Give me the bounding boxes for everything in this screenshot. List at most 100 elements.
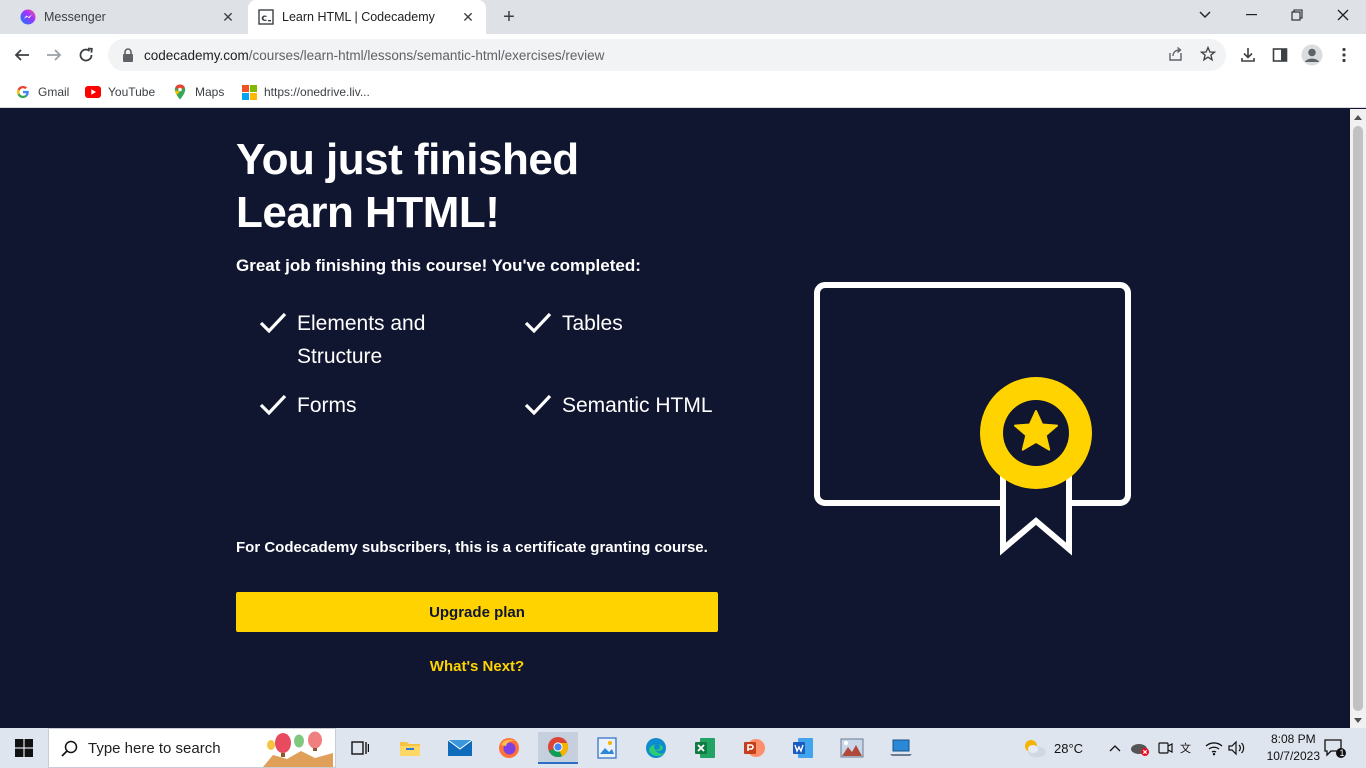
svg-text:文: 文 [1180,741,1191,755]
forward-icon[interactable] [39,40,69,70]
lesson-label: Elements and Structure [297,312,426,368]
bookmarks-bar: Gmail YouTube Maps https://onedrive.liv.… [0,76,1366,108]
svg-text:c: c [261,13,267,24]
bookmark-star-icon[interactable] [1194,40,1222,68]
lesson-item-elements-and-structure: Elements and Structure [259,307,479,373]
bookmark-gmail[interactable]: Gmail [15,81,69,103]
page-title-line-2: Learn HTML! [236,188,500,237]
search-icon [61,740,78,757]
scrollbar-thumb[interactable] [1353,126,1363,711]
weather-temperature: 28°C [1054,740,1084,756]
minimize-icon[interactable] [1228,0,1274,30]
course-complete-page: You just finished Learn HTML! Great job … [0,109,1350,728]
browser-tab-strip: Messenger ✕ c Learn HTML | Codecademy ✕ … [0,0,1366,34]
lesson-item-semantic-html: Semantic HTML [524,389,744,422]
microsoft-icon [241,84,257,100]
task-view-icon[interactable] [340,732,380,764]
weather-widget[interactable]: 28°C [1022,728,1083,768]
page-title: You just finished Learn HTML! [236,133,756,239]
codecademy-icon: c [258,9,274,25]
lesson-item-forms: Forms [259,389,479,422]
notification-count: 1 [1339,748,1345,758]
clock-time: 8:08 PM [1270,732,1316,746]
upgrade-plan-button[interactable]: Upgrade plan [236,592,718,632]
browser-toolbar: codecademy.com/courses/learn-html/lesson… [0,34,1366,76]
restore-icon[interactable] [1274,0,1320,30]
messenger-icon [20,9,36,25]
menu-kebab-icon[interactable] [1329,40,1359,70]
windows-taskbar: Type here to search 28°C 文 8:08 PM 10/7/… [0,728,1366,768]
image-viewer-icon[interactable] [832,732,872,764]
scroll-down-icon[interactable] [1350,712,1366,728]
certificate-note: For Codecademy subscribers, this is a ce… [236,539,708,556]
certificate-illustration-icon [814,282,1131,556]
input-method-icon[interactable]: 文 [1180,728,1198,768]
bookmark-maps[interactable]: Maps [172,81,224,103]
download-icon[interactable] [1233,40,1263,70]
checkmark-icon [259,312,287,334]
checkmark-icon [524,394,552,416]
lesson-item-tables: Tables [524,307,724,340]
close-icon[interactable]: ✕ [218,7,238,27]
search-placeholder: Type here to search [88,739,221,757]
windows-start-icon[interactable] [0,728,48,768]
lock-icon[interactable] [122,48,134,62]
maps-icon [172,84,188,100]
whats-next-link[interactable]: What's Next? [236,658,718,675]
google-icon [15,84,31,100]
completion-intro: Great job finishing this course! You've … [236,256,641,275]
close-window-icon[interactable] [1320,0,1366,30]
url-path: /courses/learn-html/lessons/semantic-htm… [248,47,605,63]
tab-codecademy[interactable]: c Learn HTML | Codecademy ✕ [248,0,486,34]
volume-icon[interactable] [1228,728,1246,768]
firefox-icon[interactable] [489,732,529,764]
youtube-icon [85,84,101,100]
notification-center-icon[interactable]: 1 [1324,728,1346,768]
reload-icon[interactable] [71,40,101,70]
lesson-label: Tables [562,312,623,335]
back-icon[interactable] [7,40,37,70]
excel-icon[interactable] [685,732,725,764]
lesson-label: Semantic HTML [562,394,713,417]
tab-search-icon[interactable] [1182,0,1228,30]
taskbar-clock[interactable]: 8:08 PM 10/7/2023 [1267,731,1320,765]
url-domain: codecademy.com [144,47,249,63]
scroll-up-icon[interactable] [1350,109,1366,125]
new-tab-button[interactable]: + [496,5,522,29]
close-icon[interactable]: ✕ [458,7,478,27]
profile-avatar-icon[interactable] [1297,40,1327,70]
meet-now-icon[interactable] [1157,728,1173,768]
file-explorer-icon[interactable] [390,732,430,764]
bookmark-label: https://onedrive.liv... [264,85,370,99]
lesson-label: Forms [297,394,357,417]
share-icon[interactable] [1162,40,1190,68]
laptop-icon[interactable] [881,732,921,764]
tab-title: Learn HTML | Codecademy [282,10,435,24]
address-bar[interactable]: codecademy.com/courses/learn-html/lesson… [108,39,1226,71]
tab-title: Messenger [44,10,106,24]
clock-date: 10/7/2023 [1266,749,1320,763]
weather-icon [1025,740,1046,758]
checkmark-icon [259,394,287,416]
edge-icon[interactable] [636,732,676,764]
page-scrollbar[interactable] [1350,109,1366,728]
mail-icon[interactable] [440,732,480,764]
bookmark-label: Gmail [38,85,70,99]
show-hidden-icons-icon[interactable] [1109,728,1121,768]
onedrive-error-icon[interactable] [1130,728,1150,768]
bookmark-label: YouTube [108,85,156,99]
balloons-highlight-icon [263,731,333,767]
wifi-icon[interactable] [1205,728,1223,768]
bookmark-onedrive[interactable]: https://onedrive.liv... [241,81,370,103]
bookmark-youtube[interactable]: YouTube [85,81,155,103]
page-title-line-1: You just finished [236,135,579,184]
word-icon[interactable] [783,732,823,764]
tab-messenger[interactable]: Messenger ✕ [8,0,246,34]
bookmark-label: Maps [195,85,225,99]
url-text: codecademy.com/courses/learn-html/lesson… [144,48,604,63]
side-panel-icon[interactable] [1265,40,1295,70]
powerpoint-icon[interactable] [734,732,774,764]
chrome-icon[interactable] [538,732,578,764]
photos-icon[interactable] [587,732,627,764]
taskbar-search-box[interactable]: Type here to search [48,728,336,768]
